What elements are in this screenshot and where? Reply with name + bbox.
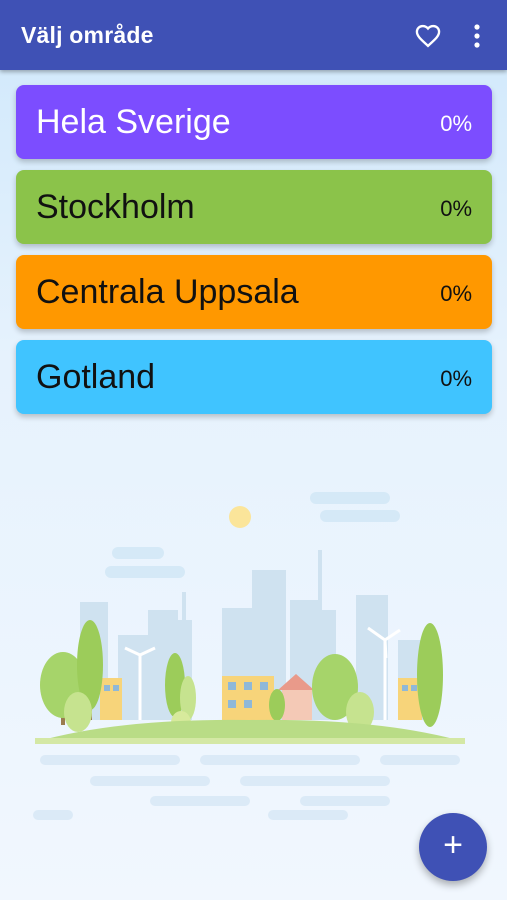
area-name: Centrala Uppsala xyxy=(36,273,299,311)
app-bar: Välj område xyxy=(0,0,507,70)
area-card[interactable]: Gotland 0% xyxy=(16,340,492,414)
area-name: Gotland xyxy=(36,358,156,396)
city-illustration xyxy=(33,492,465,820)
area-percent: 0% xyxy=(440,196,472,221)
area-name: Stockholm xyxy=(36,188,195,226)
area-percent: 0% xyxy=(440,366,472,391)
area-percent: 0% xyxy=(440,111,472,136)
area-card[interactable]: Hela Sverige 0% xyxy=(16,85,492,159)
add-area-button[interactable]: + xyxy=(419,813,487,881)
page-title: Välj område xyxy=(21,22,154,48)
area-card[interactable]: Stockholm 0% xyxy=(16,170,492,244)
heart-outline-icon[interactable] xyxy=(414,22,442,50)
area-card[interactable]: Centrala Uppsala 0% xyxy=(16,255,492,329)
area-name: Hela Sverige xyxy=(36,103,231,141)
more-vertical-icon[interactable] xyxy=(466,22,488,50)
area-percent: 0% xyxy=(440,281,472,306)
add-icon: + xyxy=(443,826,463,864)
